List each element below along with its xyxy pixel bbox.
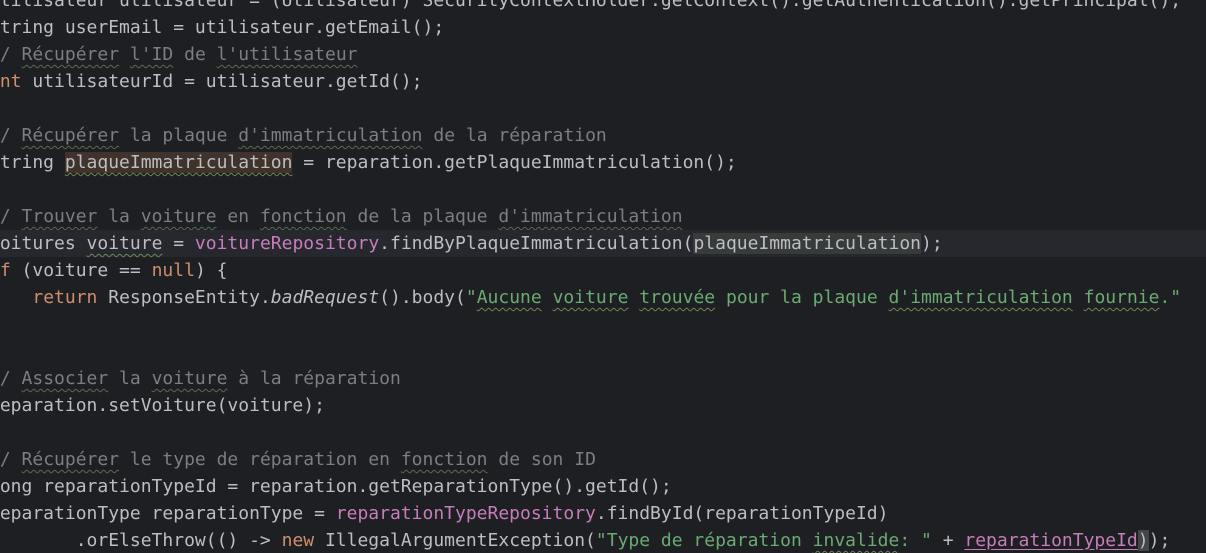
code-token: // — [0, 449, 11, 470]
code-token: pour la plaque — [715, 287, 889, 308]
code-line[interactable]: Utilisateur utilisateur = (Utilisateur) … — [0, 0, 1181, 14]
code-token: .orElseThrow(() -> — [0, 530, 282, 551]
code-token: .findByPlaqueImmatriculation( — [379, 233, 694, 254]
code-token: plaqueImmatriculation — [693, 233, 922, 254]
code-token: if — [0, 260, 11, 281]
code-token: new — [281, 530, 315, 551]
code-line[interactable]: reparation.setVoiture(voiture); — [0, 392, 325, 419]
code-token: ().body( — [379, 287, 466, 308]
code-token: reparationTypeRepository — [335, 503, 596, 524]
code-token: de — [173, 44, 217, 65]
code-token: d'immatriculation — [238, 125, 423, 146]
code-line[interactable]: // Récupérer l'ID de l'utilisateur — [0, 41, 358, 68]
code-token: reparation.setVoiture(voiture); — [0, 395, 325, 416]
code-token: = reparation.getPlaqueImmatriculation(); — [292, 152, 737, 173]
code-token: de son ID — [487, 449, 596, 470]
code-token: d'immatriculation — [498, 206, 683, 227]
code-token: invalide — [812, 530, 900, 551]
code-line[interactable]: return ResponseEntity.badRequest().body(… — [0, 284, 1181, 311]
code-token: badRequest — [270, 287, 380, 308]
code-token: ) { — [194, 260, 228, 281]
code-token: de la réparation — [422, 125, 607, 146]
code-token: fournie — [1083, 287, 1160, 308]
code-token: le type de réparation en — [119, 449, 401, 470]
code-token: utilisateurId = utilisateur.getId(); — [21, 71, 423, 92]
code-token: voiture — [151, 368, 228, 389]
code-token: // — [0, 125, 11, 146]
code-token: reparationTypeId — [964, 530, 1138, 551]
code-token: d'immatriculation — [888, 287, 1073, 308]
code-token: Récupérer — [21, 449, 120, 470]
code-token: Aucune — [476, 287, 542, 308]
code-token: // — [0, 206, 11, 227]
code-editor[interactable]: Utilisateur utilisateur = (Utilisateur) … — [0, 0, 1206, 553]
code-token: null — [151, 260, 195, 281]
code-token: ) — [1137, 530, 1149, 551]
code-token: la plaque — [119, 125, 239, 146]
code-token: l'utilisateur — [216, 44, 358, 65]
code-token: : " — [899, 530, 932, 551]
code-token: return — [32, 287, 98, 308]
code-line[interactable]: // Récupérer le type de réparation en fo… — [0, 446, 596, 473]
code-token: ReparationType reparationType = — [0, 503, 336, 524]
code-token: voiture — [140, 206, 217, 227]
code-token: plaqueImmatriculation — [64, 152, 293, 173]
code-line[interactable]: .orElseThrow(() -> new IllegalArgumentEx… — [0, 527, 1170, 553]
code-token: la — [108, 368, 152, 389]
code-token: " — [465, 287, 477, 308]
code-token: // — [0, 368, 11, 389]
code-token: voiture — [552, 287, 629, 308]
code-token: voitureRepository — [194, 233, 380, 254]
code-token: int — [0, 71, 22, 92]
code-token: = — [162, 233, 195, 254]
code-token: IllegalArgumentException( — [314, 530, 596, 551]
code-token: Récupérer — [21, 44, 120, 65]
code-token: Récupérer — [21, 125, 120, 146]
code-token: ResponseEntity. — [97, 287, 271, 308]
code-token: Trouver — [21, 206, 98, 227]
code-token: fonction — [400, 449, 488, 470]
code-token: Voitures — [0, 233, 76, 254]
code-line[interactable]: // Associer la voiture à la réparation — [0, 365, 401, 392]
code-line[interactable]: ReparationType reparationType = reparati… — [0, 500, 888, 527]
code-token: la — [97, 206, 141, 227]
code-token: String — [0, 152, 55, 173]
code-token: Long reparationTypeId = reparation.getRe… — [0, 476, 672, 497]
code-token: de la plaque — [346, 206, 499, 227]
code-token: Utilisateur utilisateur = (Utilisateur) … — [0, 0, 1182, 11]
code-line[interactable]: String plaqueImmatriculation = reparatio… — [0, 149, 737, 176]
code-line[interactable]: // Trouver la voiture en fonction de la … — [0, 203, 683, 230]
code-line[interactable]: Long reparationTypeId = reparation.getRe… — [0, 473, 672, 500]
code-line[interactable]: if (voiture == null) { — [0, 257, 227, 284]
code-token: à la réparation — [227, 368, 401, 389]
code-line[interactable]: Voitures voiture = voitureRepository.fin… — [0, 230, 1206, 257]
code-token: (voiture == — [10, 260, 152, 281]
code-token: String userEmail = utilisateur.getEmail(… — [0, 17, 445, 38]
code-token: // — [0, 44, 11, 65]
code-token: ); — [921, 233, 943, 254]
code-token: fonction — [259, 206, 347, 227]
code-token: en — [216, 206, 260, 227]
code-line[interactable]: String userEmail = utilisateur.getEmail(… — [0, 14, 444, 41]
code-token: voiture — [86, 233, 163, 254]
code-line[interactable]: // Récupérer la plaque d'immatriculation… — [0, 122, 607, 149]
code-line[interactable]: int utilisateurId = utilisateur.getId(); — [0, 68, 422, 95]
code-token: ); — [1148, 530, 1171, 551]
code-token: Associer — [21, 368, 109, 389]
code-token: trouvée — [639, 287, 716, 308]
code-token: .findById(reparationTypeId) — [595, 503, 889, 524]
code-token: + — [931, 530, 965, 551]
code-token: ." — [1159, 287, 1182, 308]
code-token: l'ID — [129, 44, 174, 65]
code-token: "Type de réparation — [595, 530, 813, 551]
